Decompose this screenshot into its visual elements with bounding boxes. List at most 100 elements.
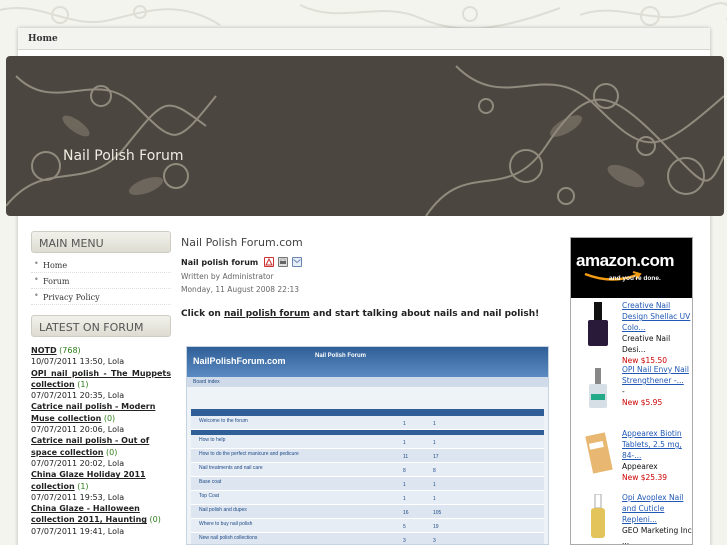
row-posts: 8	[433, 468, 436, 474]
row-posts: 17	[433, 454, 439, 460]
row-topics: 8	[403, 468, 406, 474]
forum-post-link[interactable]: Catrice nail polish - Out of space colle…	[31, 436, 149, 456]
row-posts: 1	[433, 482, 436, 488]
forum-post-link[interactable]: NOTD	[31, 346, 57, 355]
article-title-link[interactable]: Nail polish forum	[181, 258, 258, 267]
article-title-row: Nail polish forum	[181, 257, 561, 267]
product-title-link[interactable]: Creative Nail Design Shellac UV Colo...	[622, 301, 690, 332]
product-item[interactable]: OPI Nail Envy Nail Strengthener -... - N…	[571, 362, 692, 426]
product-brand: GEO Marketing Inc ...	[622, 526, 692, 545]
article-actions	[264, 257, 303, 267]
row-posts: 1	[433, 440, 436, 446]
row-topics: 3	[403, 538, 406, 544]
menu-item-forum[interactable]: Forum	[31, 273, 171, 289]
product-item[interactable]: Creative Nail Design Shellac UV Colo... …	[571, 298, 692, 365]
forum-post-link[interactable]: Catrice nail polish - Modern Muse collec…	[31, 402, 155, 422]
amazon-header[interactable]: amazon.com and you're done.	[571, 238, 692, 298]
product-title-link[interactable]: Opi Avoplex Nail and Cuticle Repleni...	[622, 493, 683, 524]
supplement-box-image	[585, 432, 613, 474]
table-row: Top Coat 1 1	[191, 491, 544, 505]
email-icon[interactable]	[292, 257, 303, 267]
row-forum-name: How to help	[199, 437, 226, 443]
table-row: New nail polish collections 3 3	[191, 533, 544, 544]
product-info: OPI Nail Envy Nail Strengthener -... - N…	[622, 364, 692, 408]
nail-polish-bottle-image	[589, 368, 607, 408]
menu-item-home[interactable]: Home	[31, 257, 171, 273]
post-meta: 07/07/2011 19:41, Lola	[31, 526, 125, 536]
forum-post-item: China Glaze Holiday 2011 collection (1) …	[31, 469, 171, 503]
cta-suffix: and start talking about nails and nail p…	[309, 309, 540, 319]
top-navigation: Home	[18, 28, 710, 50]
post-meta: 07/07/2011 20:35, Lola	[31, 391, 125, 401]
preview-spacer	[187, 387, 548, 409]
menu-item-label: Forum	[43, 277, 70, 286]
amazon-logo: amazon.com	[576, 251, 674, 270]
row-topics: 1	[403, 421, 406, 427]
menu-item-privacy-policy[interactable]: Privacy Policy	[31, 289, 171, 305]
row-forum-name: Where to buy nail polish	[199, 521, 253, 527]
row-topics: 1	[403, 440, 406, 446]
cta-prefix: Click on	[181, 309, 224, 319]
row-forum-name: Base coat	[199, 479, 222, 485]
left-sidebar: MAIN MENU Home Forum Privacy Policy LATE…	[31, 231, 171, 537]
reply-count: (1)	[77, 379, 89, 389]
product-brand: Creative Nail Desi...	[622, 334, 671, 354]
reply-count: (0)	[149, 515, 161, 525]
latest-forum-title: LATEST ON FORUM	[39, 321, 144, 334]
print-icon[interactable]	[278, 257, 289, 267]
reply-count: (0)	[103, 413, 116, 423]
forum-post-link[interactable]: China Glaze - Halloween collection 2011,…	[31, 504, 147, 524]
latest-forum-list: NOTD (768) 10/07/2011 13:50, Lola OPI na…	[31, 345, 171, 537]
menu-item-label: Privacy Policy	[43, 293, 100, 302]
row-forum-name: Nail polish and dupes	[199, 507, 247, 513]
oil-bottle-image	[591, 494, 605, 538]
row-forum-name: Nail treatments and nail care	[199, 465, 263, 471]
forum-post-item: NOTD (768) 10/07/2011 13:50, Lola	[31, 345, 171, 368]
row-forum-name: Top Coat	[199, 493, 220, 499]
row-posts: 1	[433, 421, 436, 427]
row-topics: 5	[403, 524, 406, 530]
table-row: Nail treatments and nail care 8 8	[191, 463, 544, 477]
preview-table-head	[191, 409, 544, 416]
table-row: How to help 1 1	[191, 435, 544, 449]
row-forum-name: New nail polish collections	[199, 535, 258, 541]
forum-post-item: Catrice nail polish - Modern Muse collec…	[31, 401, 171, 435]
row-topics: 16	[403, 510, 409, 516]
header-banner: Nail Polish Forum	[6, 56, 724, 216]
row-topics: 11	[403, 454, 409, 460]
product-info: Appearex Biotin Tablets, 2.5 mg, 84-... …	[622, 428, 692, 483]
table-row: Welcome to the forum 1 1	[191, 416, 544, 430]
nav-home-link[interactable]: Home	[28, 34, 58, 44]
product-item[interactable]: Appearex Biotin Tablets, 2.5 mg, 84-... …	[571, 426, 692, 490]
product-price: New $25.39	[622, 473, 667, 482]
forum-post-item: OPI nail polish - The Muppets collection…	[31, 368, 171, 402]
main-menu-list: Home Forum Privacy Policy	[31, 257, 171, 305]
row-topics: 1	[403, 496, 406, 502]
site-title: Nail Polish Forum.com	[181, 236, 303, 249]
forum-post-item: China Glaze - Halloween collection 2011,…	[31, 503, 171, 537]
banner-floral-ornament	[6, 65, 724, 216]
table-row: Where to buy nail polish 5 19	[191, 519, 544, 533]
table-row: How to do the perfect manicure and pedic…	[191, 449, 544, 463]
table-row: Base coat 1 1	[191, 477, 544, 491]
row-forum-name: Welcome to the forum	[199, 418, 248, 424]
preview-table: Welcome to the forum 1 1 How to help 1 1…	[191, 416, 544, 544]
row-posts: 1	[433, 496, 436, 502]
product-item[interactable]: Opi Avoplex Nail and Cuticle Repleni... …	[571, 490, 692, 545]
forum-preview-image: NailPolishForum.com Nail Polish Forum Bo…	[186, 346, 549, 545]
product-title-link[interactable]: OPI Nail Envy Nail Strengthener -...	[622, 365, 689, 385]
product-brand: Appearex	[622, 462, 658, 471]
product-info: Creative Nail Design Shellac UV Colo... …	[622, 300, 692, 366]
product-title-link[interactable]: Appearex Biotin Tablets, 2.5 mg, 84-...	[622, 429, 682, 460]
product-brand: -	[622, 387, 625, 396]
amazon-ad-widget: amazon.com and you're done. Creative Nai…	[570, 237, 693, 545]
reply-count: (1)	[77, 481, 89, 491]
main-menu-title: MAIN MENU	[39, 237, 104, 250]
forum-post-link[interactable]: OPI nail polish - The Muppets collection	[31, 369, 171, 389]
forum-link[interactable]: nail polish forum	[224, 309, 310, 319]
pdf-icon[interactable]	[264, 257, 275, 267]
forum-post-item: Catrice nail polish - Out of space colle…	[31, 435, 171, 469]
table-row: Nail polish and dupes 16 105	[191, 505, 544, 519]
row-posts: 19	[433, 524, 439, 530]
row-posts: 3	[433, 538, 436, 544]
